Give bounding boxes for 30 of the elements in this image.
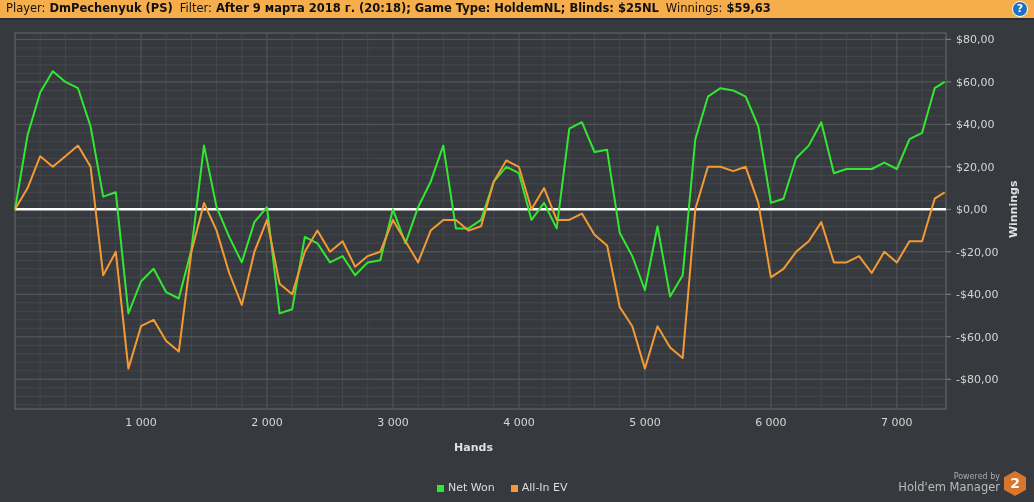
x-tick-label: 5 000 [629, 416, 661, 429]
y-tick-label: -$40,00 [956, 288, 999, 302]
x-tick-label: 4 000 [503, 416, 535, 429]
field-value: $59,63 [726, 0, 771, 18]
x-tick-label: 3 000 [377, 416, 409, 429]
x-tick-label: 1 000 [125, 416, 157, 429]
logo-name: Hold'em Manager [898, 481, 1000, 494]
y-tick-label: -$80,00 [956, 373, 999, 387]
y-tick-label: $80,00 [956, 33, 995, 47]
legend-label: All-In EV [521, 480, 568, 497]
field-label: Filter: [179, 0, 212, 18]
y-tick-label: -$60,00 [956, 330, 999, 344]
field-label: Player: [6, 0, 46, 18]
logo-badge: 2 [1004, 471, 1026, 496]
x-tick-label: 7 000 [881, 416, 913, 429]
x-tick-label: 6 000 [755, 416, 787, 429]
x-tick-label: 2 000 [251, 416, 283, 429]
powered-by-text: Powered by [953, 473, 1000, 482]
y-tick-label: $0,00 [956, 203, 988, 217]
y-axis-title: Winnings [1007, 180, 1020, 239]
field-label: Winnings: [665, 0, 723, 18]
y-tick-label: $60,00 [956, 75, 995, 89]
x-axis-title: Hands [454, 441, 493, 454]
y-tick-label: -$20,00 [956, 245, 999, 259]
field-value: After 9 марта 2018 г. (20:18); Game Type: HoldemNL; Blinds: $25NL [215, 0, 659, 18]
help-button[interactable]: ? [1012, 1, 1028, 17]
y-tick-label: $20,00 [956, 160, 995, 174]
field-value: DmPechenyuk (PS) [49, 0, 173, 18]
legend-label: Net Won [448, 480, 495, 497]
y-tick-label: $40,00 [956, 118, 995, 132]
